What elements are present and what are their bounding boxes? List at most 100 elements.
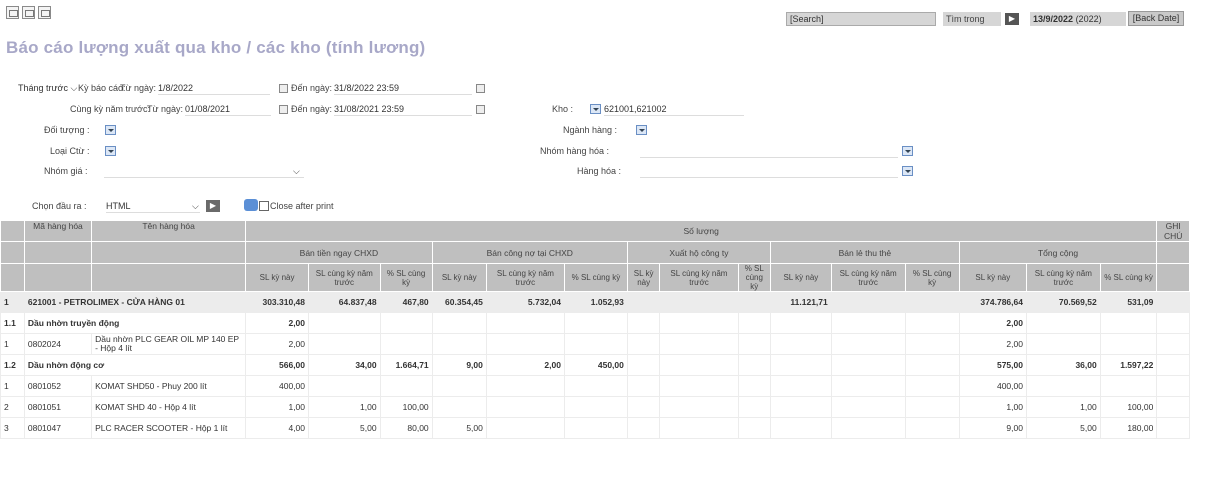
note-cell [1156, 312, 1190, 334]
value-cell: 531,09 [1099, 291, 1158, 313]
value-cell: 1,00 [308, 396, 381, 418]
value-cell: 1,00 [1025, 396, 1101, 418]
same-from-input[interactable]: 01/08/2021 [185, 104, 271, 116]
print-icon[interactable] [6, 6, 19, 19]
header-note: GHI CHÚ [1156, 220, 1190, 242]
nganh-hang-label: Ngành hàng : [563, 125, 618, 135]
value-cell [659, 375, 739, 397]
value-cell [308, 312, 381, 334]
working-date[interactable]: 13/9/2022 (2022) [1030, 12, 1126, 26]
value-cell: 36,00 [1025, 354, 1101, 376]
doi-tuong-dropdown-icon[interactable] [105, 125, 116, 135]
value-cell [659, 354, 739, 376]
value-cell: 5,00 [308, 417, 381, 439]
value-cell [737, 354, 772, 376]
hang-hoa-dropdown-icon[interactable] [902, 166, 913, 176]
calendar-icon[interactable] [476, 105, 485, 114]
nhom-gia-select[interactable] [104, 166, 304, 178]
subheader-cell: SL kỳ này [431, 263, 487, 292]
same-to-label: Đến ngày: [291, 104, 333, 114]
same-from-label: Từ ngày: [147, 104, 184, 114]
note-cell [1156, 375, 1190, 397]
calendar-icon[interactable] [476, 84, 485, 93]
kho-dropdown-icon[interactable] [590, 104, 601, 114]
group-header: Bán lẻ thu thẻ [770, 241, 960, 264]
subheader-cell: SL kỳ này [626, 263, 661, 292]
table-row: 1 621001 - PETROLIMEX - CỬA HÀNG 01 303.31… [0, 291, 1190, 313]
item-code: 0802024 [23, 333, 93, 355]
subheader-cell: % SL cùng kỳ [563, 263, 628, 292]
value-cell: 5,00 [1025, 417, 1101, 439]
nhom-hang-dropdown-icon[interactable] [902, 146, 913, 156]
report-table: Mã hàng hóa Tên hàng hóa Số lượng GHI CH… [0, 220, 1190, 439]
kho-label: Kho : [552, 104, 574, 114]
same-to-input[interactable]: 31/08/2021 23:59 [334, 104, 472, 116]
value-cell [308, 333, 381, 355]
from-date-input[interactable]: 1/8/2022 [158, 83, 270, 95]
item-name: Dầu nhờn PLC GEAR OIL MP 140 EP - Hộp 4 … [91, 333, 247, 355]
preview-icon[interactable] [38, 6, 51, 19]
group-name: 621001 - PETROLIMEX - CỬA HÀNG 01 [23, 291, 247, 313]
search-in-label[interactable]: Tìm trong [943, 12, 1001, 26]
nhom-gia-chevron-icon[interactable]: ⌵ [293, 166, 300, 177]
period-select[interactable]: Tháng trước ⌵ [18, 83, 77, 94]
value-cell: 566,00 [245, 354, 310, 376]
output-go-button[interactable]: ▶ [206, 200, 220, 212]
group-header: Tổng cộng [958, 241, 1158, 264]
value-cell: 1.597,22 [1099, 354, 1158, 376]
output-chevron-icon[interactable]: ⌵ [192, 201, 199, 212]
row-number: 1.1 [0, 312, 25, 334]
value-cell [830, 312, 906, 334]
value-cell [626, 354, 661, 376]
printer-icon[interactable] [244, 199, 258, 211]
close-after-print-checkbox[interactable] [259, 201, 269, 211]
back-date-button[interactable]: [Back Date] [1128, 11, 1184, 26]
subheader-cell: SL kỳ này [770, 263, 832, 292]
group-name: Dầu nhờn truyền động [23, 312, 247, 334]
row-number: 1 [0, 333, 25, 355]
value-cell [431, 333, 487, 355]
value-cell: 100,00 [1099, 396, 1158, 418]
value-cell: 70.569,52 [1025, 291, 1101, 313]
value-cell: 400,00 [958, 375, 1027, 397]
nhom-hang-label: Nhóm hàng hóa : [540, 146, 610, 156]
value-cell [485, 375, 565, 397]
export-icon[interactable] [22, 6, 35, 19]
kho-input[interactable]: 621001,621002 [604, 104, 744, 116]
value-cell: 2,00 [485, 354, 565, 376]
loai-ctu-dropdown-icon[interactable] [105, 146, 116, 156]
value-cell [904, 354, 960, 376]
year-value: (2022) [1075, 14, 1102, 24]
value-cell [830, 333, 906, 355]
search-go-button[interactable]: ▶ [1005, 13, 1019, 25]
search-input[interactable]: [Search] [786, 12, 936, 26]
value-cell: 11.121,71 [770, 291, 832, 313]
table-row: 2 0801051 KOMAT SHD 40 - Hộp 4 lít 1,00 1,00… [0, 396, 1190, 418]
value-cell [379, 375, 433, 397]
hang-hoa-input[interactable] [640, 166, 898, 178]
value-cell [830, 354, 906, 376]
value-cell [830, 396, 906, 418]
output-select[interactable]: HTML [106, 201, 200, 213]
subheader-cell: SL cùng kỳ năm trước [1025, 263, 1101, 292]
subheader-cell: % SL cùng kỳ [1099, 263, 1158, 292]
calendar-icon[interactable] [279, 105, 288, 114]
row-number: 1 [0, 375, 25, 397]
value-cell: 2,00 [958, 333, 1027, 355]
nhom-hang-input[interactable] [640, 146, 898, 158]
calendar-icon[interactable] [279, 84, 288, 93]
note-cell [1156, 417, 1190, 439]
value-cell [830, 417, 906, 439]
nganh-hang-dropdown-icon[interactable] [636, 125, 647, 135]
to-date-input[interactable]: 31/8/2022 23:59 [334, 83, 472, 95]
value-cell: 4,00 [245, 417, 310, 439]
hang-hoa-label: Hàng hóa : [577, 166, 622, 176]
value-cell [308, 375, 381, 397]
subheader-cell: SL cùng kỳ năm trước [308, 263, 381, 292]
row-number: 1.2 [0, 354, 25, 376]
value-cell [904, 291, 960, 313]
header-qty: Số lượng [245, 220, 1158, 242]
group-name: Dầu nhờn động cơ [23, 354, 247, 376]
value-cell [485, 312, 565, 334]
value-cell [626, 333, 661, 355]
